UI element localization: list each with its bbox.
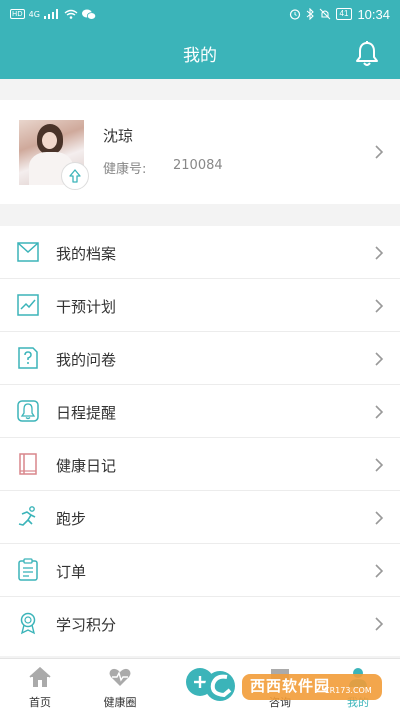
status-right: 41 10:34 bbox=[289, 7, 390, 22]
hd-badge: HD bbox=[10, 9, 25, 19]
menu-item-archive[interactable]: 我的档案 bbox=[0, 226, 400, 279]
wifi-icon bbox=[64, 9, 78, 19]
menu-item-label: 我的档案 bbox=[56, 245, 117, 263]
chevron-right-icon bbox=[375, 352, 384, 366]
signal-icon bbox=[43, 9, 58, 19]
menu-item-running[interactable]: 跑步 bbox=[0, 491, 400, 544]
chevron-right-icon bbox=[375, 405, 384, 419]
mute-icon bbox=[319, 8, 330, 20]
chevron-right-icon bbox=[375, 564, 384, 578]
health-id-value: 210084 bbox=[173, 158, 223, 173]
tab-home[interactable]: 首页 bbox=[10, 659, 70, 711]
network-badge: 4G bbox=[28, 9, 40, 19]
bluetooth-icon bbox=[306, 8, 314, 20]
diary-book-icon bbox=[19, 453, 37, 475]
tab-label: 健康圈 bbox=[103, 696, 137, 709]
chevron-right-icon bbox=[375, 145, 384, 159]
watermark-url: CR173.COM bbox=[324, 686, 372, 695]
menu-item-questionnaire[interactable]: 我的问卷 bbox=[0, 332, 400, 385]
menu-item-label: 学习积分 bbox=[56, 616, 117, 634]
notification-bell-icon[interactable] bbox=[354, 40, 380, 68]
menu-item-intervention-plan[interactable]: 干预计划 bbox=[0, 279, 400, 332]
wechat-icon bbox=[81, 9, 96, 20]
alarm-icon bbox=[289, 9, 300, 20]
menu-item-label: 干预计划 bbox=[56, 298, 117, 316]
heartbeat-icon bbox=[109, 668, 131, 686]
chevron-right-icon bbox=[375, 511, 384, 525]
menu-item-schedule-reminder[interactable]: 日程提醒 bbox=[0, 385, 400, 438]
page-title: 我的 bbox=[183, 46, 217, 66]
questionnaire-icon bbox=[18, 347, 38, 369]
chevron-right-icon bbox=[375, 617, 384, 631]
running-icon bbox=[18, 506, 36, 526]
home-icon bbox=[29, 667, 51, 687]
header-bar: 我的 bbox=[0, 28, 400, 79]
tab-health-circle[interactable]: 健康圈 bbox=[90, 659, 150, 711]
status-time: 10:34 bbox=[357, 6, 390, 22]
chevron-right-icon bbox=[375, 458, 384, 472]
menu-item-label: 订单 bbox=[56, 563, 87, 581]
menu-item-label: 日程提醒 bbox=[56, 404, 117, 422]
trend-chart-icon bbox=[17, 294, 39, 316]
health-id-label: 健康号: bbox=[103, 162, 147, 177]
tab-label: 首页 bbox=[29, 696, 51, 709]
battery-indicator: 41 bbox=[335, 8, 353, 20]
upload-arrow-icon bbox=[69, 169, 81, 183]
medal-icon bbox=[20, 612, 36, 635]
status-bar: HD 4G 41 10:34 bbox=[0, 0, 400, 28]
upload-avatar-button[interactable] bbox=[61, 162, 89, 190]
watermark-brand: 西西软件园 bbox=[250, 677, 331, 695]
menu-item-label: 健康日记 bbox=[56, 457, 117, 475]
menu-item-orders[interactable]: 订单 bbox=[0, 544, 400, 597]
menu-item-health-diary[interactable]: 健康日记 bbox=[0, 438, 400, 491]
chevron-right-icon bbox=[375, 299, 384, 313]
watermark-logo: 西西软件园 CR173.COM bbox=[200, 662, 386, 708]
chevron-right-icon bbox=[375, 246, 384, 260]
menu-item-label: 我的问卷 bbox=[56, 351, 117, 369]
order-list-icon bbox=[18, 558, 38, 581]
menu-item-label: 跑步 bbox=[56, 510, 87, 528]
status-left: HD 4G bbox=[10, 9, 96, 20]
archive-icon bbox=[17, 242, 39, 262]
menu-list: 我的档案 干预计划 我的问卷 日程提醒 健康日记 跑步 订单 学习积分 bbox=[0, 226, 400, 656]
user-name: 沈琼 bbox=[103, 127, 134, 145]
menu-item-study-points[interactable]: 学习积分 bbox=[0, 597, 400, 650]
bell-reminder-icon bbox=[17, 400, 39, 422]
